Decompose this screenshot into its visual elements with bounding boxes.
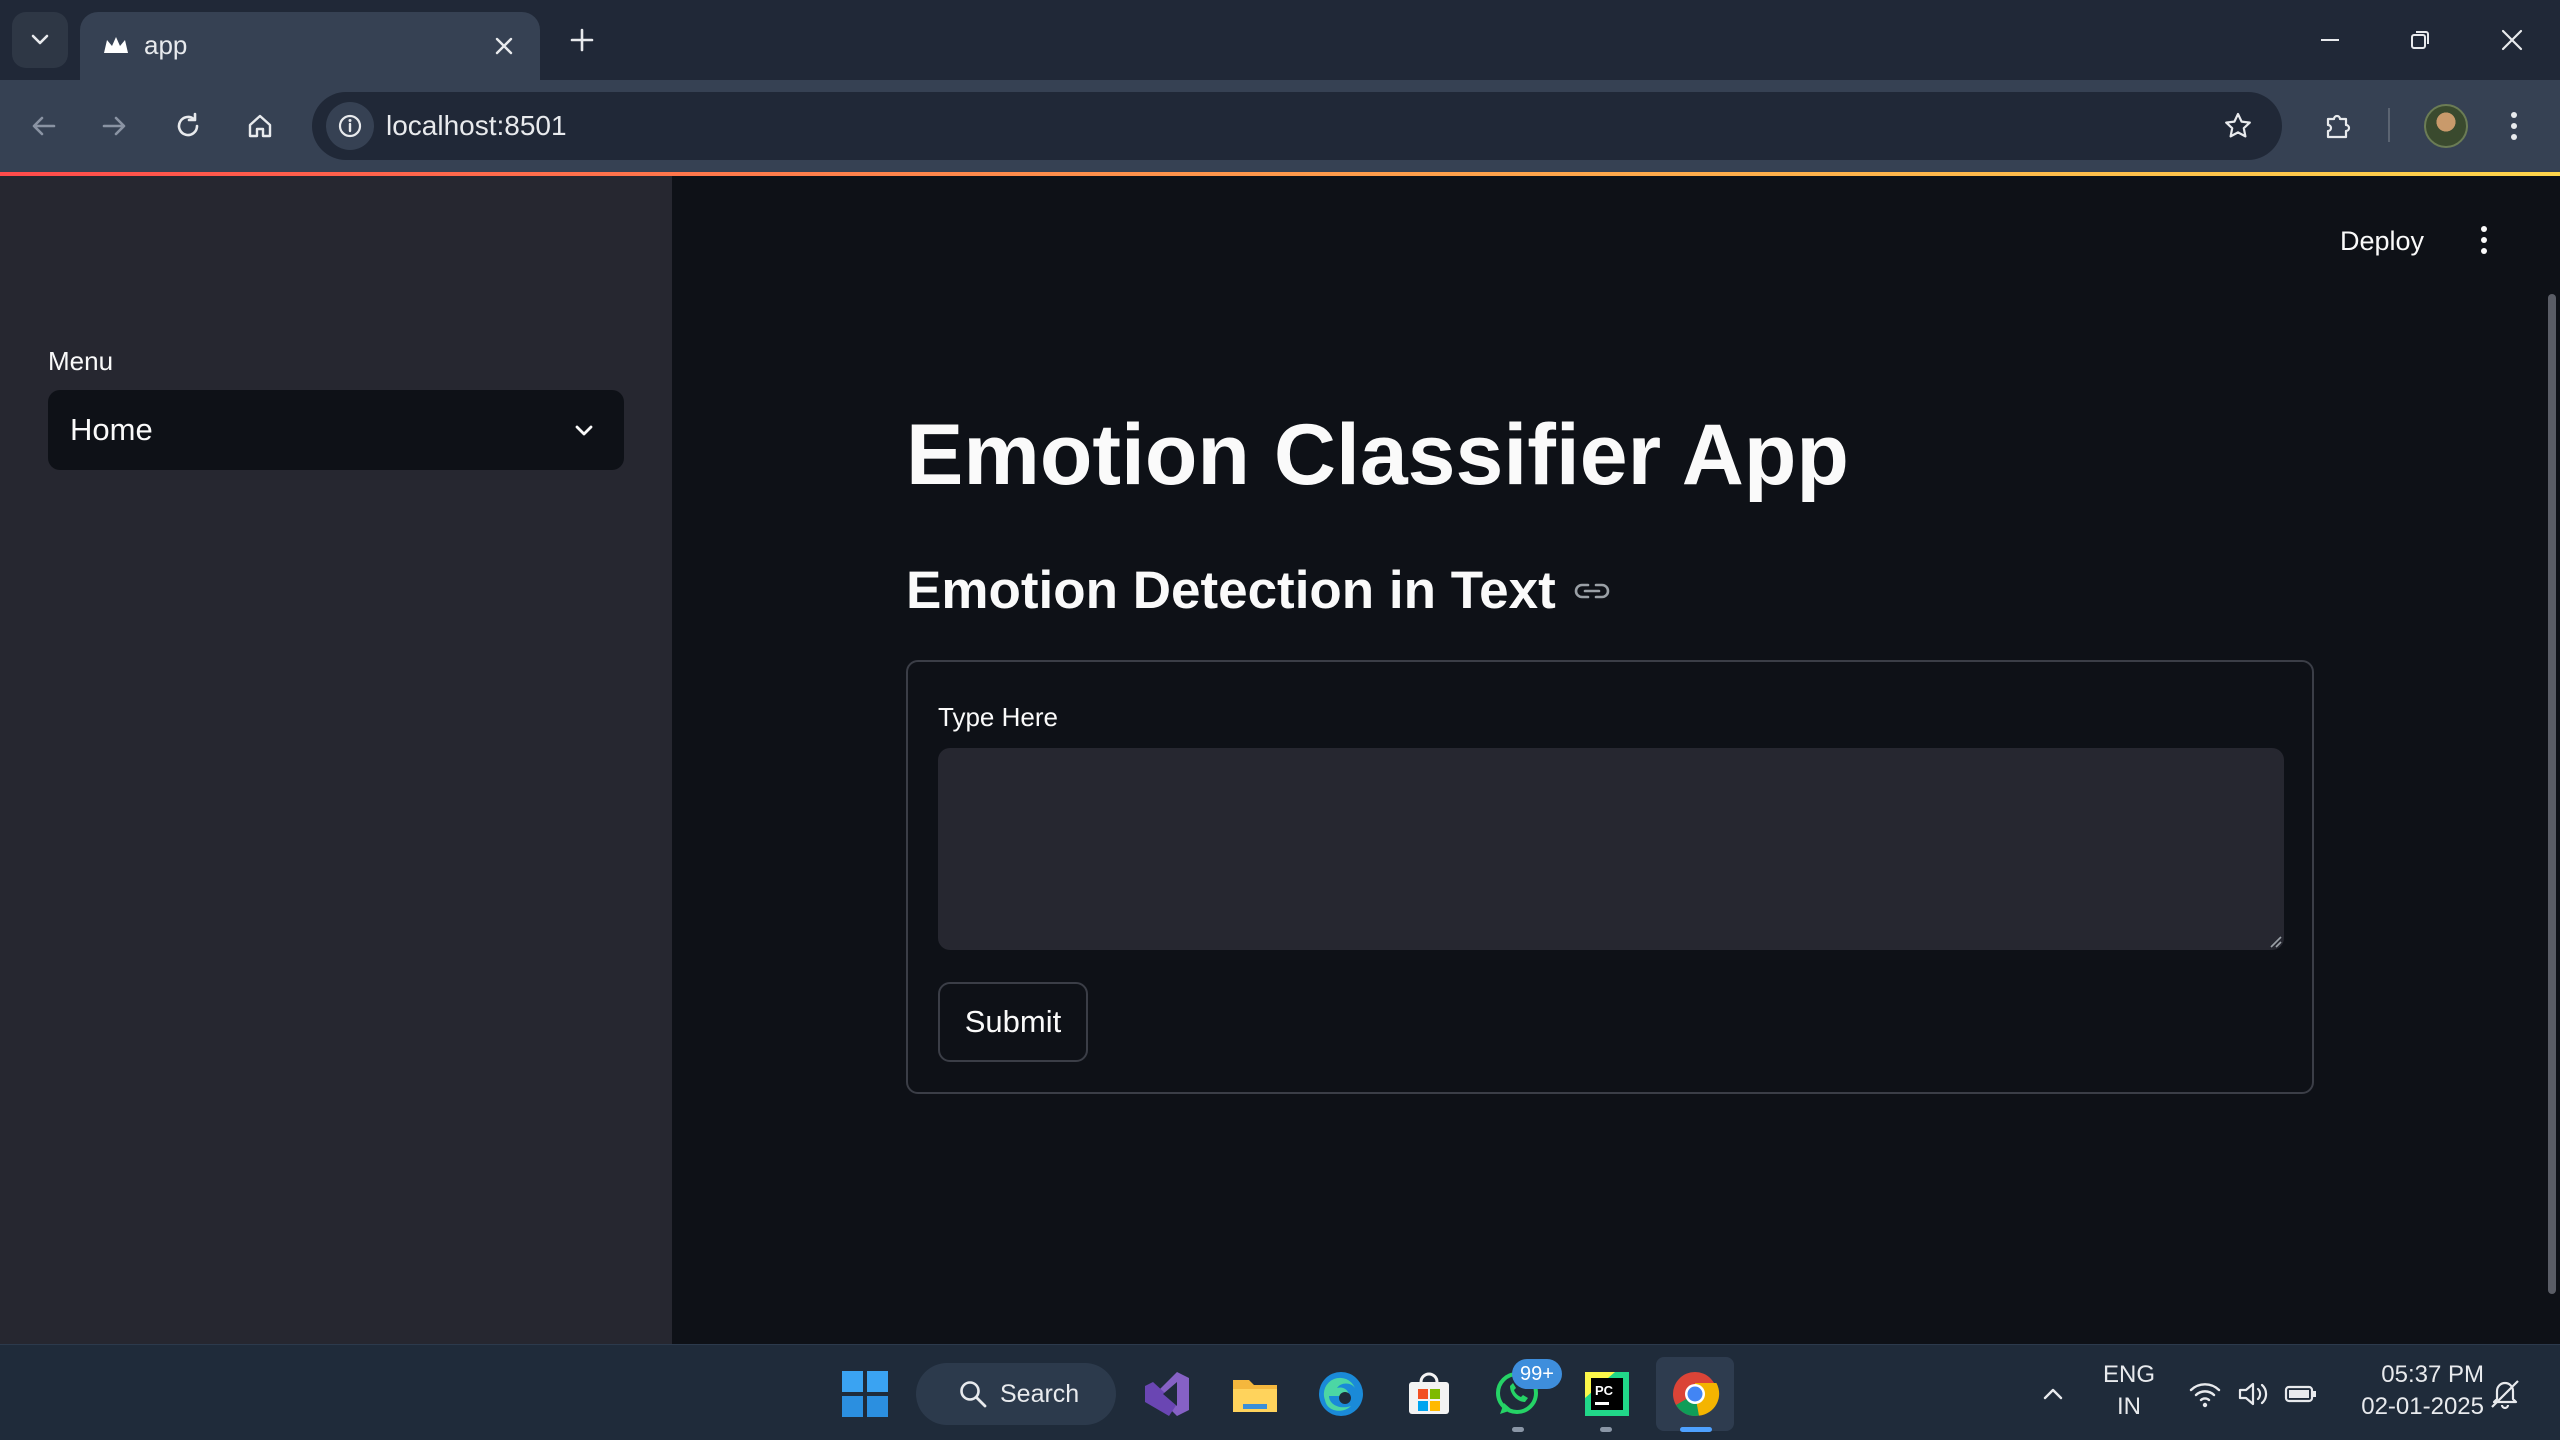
browser-menu-button[interactable]	[2488, 100, 2540, 152]
windows-taskbar: Search 99+ PC ENG IN 05:37 PM 02-01-2025	[0, 1344, 2560, 1440]
running-indicator	[1600, 1427, 1612, 1432]
taskbar-search-label: Search	[1000, 1380, 1080, 1408]
url-text[interactable]: localhost:8501	[386, 110, 567, 142]
svg-text:PC: PC	[1595, 1383, 1614, 1398]
language-indicator[interactable]: ENG IN	[2098, 1361, 2160, 1421]
pycharm-icon[interactable]: PC	[1578, 1365, 1636, 1423]
home-icon	[248, 114, 272, 138]
edge-browser-icon[interactable]	[1312, 1365, 1370, 1423]
microsoft-store-icon[interactable]	[1400, 1365, 1458, 1423]
profile-avatar[interactable]	[2424, 104, 2468, 148]
minimize-icon	[2321, 39, 2339, 41]
running-indicator	[1512, 1427, 1524, 1432]
menu-selected-value: Home	[70, 412, 153, 447]
notifications-bell-icon[interactable]	[2476, 1365, 2534, 1423]
back-button[interactable]	[18, 100, 70, 152]
kebab-menu-icon	[2481, 226, 2487, 254]
forward-button[interactable]	[88, 100, 140, 152]
close-window-button[interactable]	[2488, 16, 2536, 64]
clock[interactable]: 05:37 PM 02-01-2025	[2334, 1361, 2484, 1421]
arrow-right-icon	[102, 116, 126, 136]
subheader-text: Emotion Detection in Text	[906, 561, 1556, 620]
region-code: IN	[2117, 1393, 2141, 1420]
menu-label: Menu	[48, 346, 114, 376]
bookmark-star-icon[interactable]	[2216, 104, 2260, 148]
chevron-down-icon	[566, 412, 602, 448]
file-explorer-icon[interactable]	[1226, 1365, 1284, 1423]
chevron-down-icon	[31, 34, 49, 45]
address-bar[interactable]: localhost:8501	[312, 92, 2282, 160]
browser-tabstrip: app	[0, 0, 2560, 80]
arrow-left-icon	[32, 116, 56, 136]
extensions-button[interactable]	[2312, 100, 2364, 152]
new-tab-button[interactable]	[560, 18, 604, 62]
reload-icon	[177, 112, 199, 137]
windows-start-icon[interactable]	[836, 1365, 894, 1423]
anchor-link-icon[interactable]	[1570, 569, 1614, 613]
search-icon	[960, 1381, 987, 1408]
text-input-form: Type Here Submit	[906, 660, 2314, 1094]
puzzle-icon	[2326, 114, 2351, 139]
visual-studio-icon[interactable]	[1138, 1365, 1196, 1423]
reload-button[interactable]	[162, 100, 214, 152]
chrome-icon[interactable]	[1666, 1365, 1724, 1423]
browser-tab-active[interactable]: app	[80, 12, 540, 80]
restore-icon	[2411, 31, 2429, 49]
home-button[interactable]	[234, 100, 286, 152]
app-menu-button[interactable]	[2464, 220, 2504, 260]
language-code: ENG	[2102, 1361, 2155, 1388]
restore-button[interactable]	[2396, 16, 2444, 64]
resize-handle-icon[interactable]	[2268, 934, 2282, 948]
toolbar-divider	[2388, 108, 2390, 142]
close-tab-icon[interactable]	[486, 28, 522, 64]
deploy-button[interactable]: Deploy	[2340, 226, 2424, 257]
notification-badge: 99+	[1512, 1359, 1562, 1389]
active-indicator	[1680, 1427, 1712, 1432]
clock-date: 02-01-2025	[2361, 1393, 2484, 1420]
sidebar: Menu Home	[0, 176, 672, 1344]
main-content: Deploy Emotion Classifier App Emotion De…	[672, 176, 2560, 1344]
scrollbar[interactable]	[2548, 294, 2556, 1294]
taskbar-search[interactable]: Search	[916, 1363, 1116, 1425]
menu-selectbox[interactable]: Home	[48, 390, 624, 470]
kebab-menu-icon	[2511, 112, 2517, 140]
text-area[interactable]	[938, 748, 2284, 950]
battery-icon[interactable]	[2272, 1365, 2330, 1423]
tab-search-button[interactable]	[12, 12, 68, 68]
streamlit-favicon-icon	[98, 28, 134, 64]
browser-toolbar: localhost:8501	[0, 80, 2560, 172]
close-icon	[2501, 29, 2523, 51]
minimize-button[interactable]	[2306, 16, 2354, 64]
plus-icon	[570, 28, 594, 52]
clock-time: 05:37 PM	[2381, 1361, 2484, 1388]
tab-title: app	[144, 30, 188, 60]
chevron-up-icon[interactable]	[2024, 1365, 2082, 1423]
subheader: Emotion Detection in Text	[906, 560, 1614, 621]
submit-button[interactable]: Submit	[938, 982, 1088, 1062]
page-title: Emotion Classifier App	[906, 407, 1849, 503]
text-area-label: Type Here	[938, 702, 1058, 732]
site-info-icon[interactable]	[326, 102, 374, 150]
